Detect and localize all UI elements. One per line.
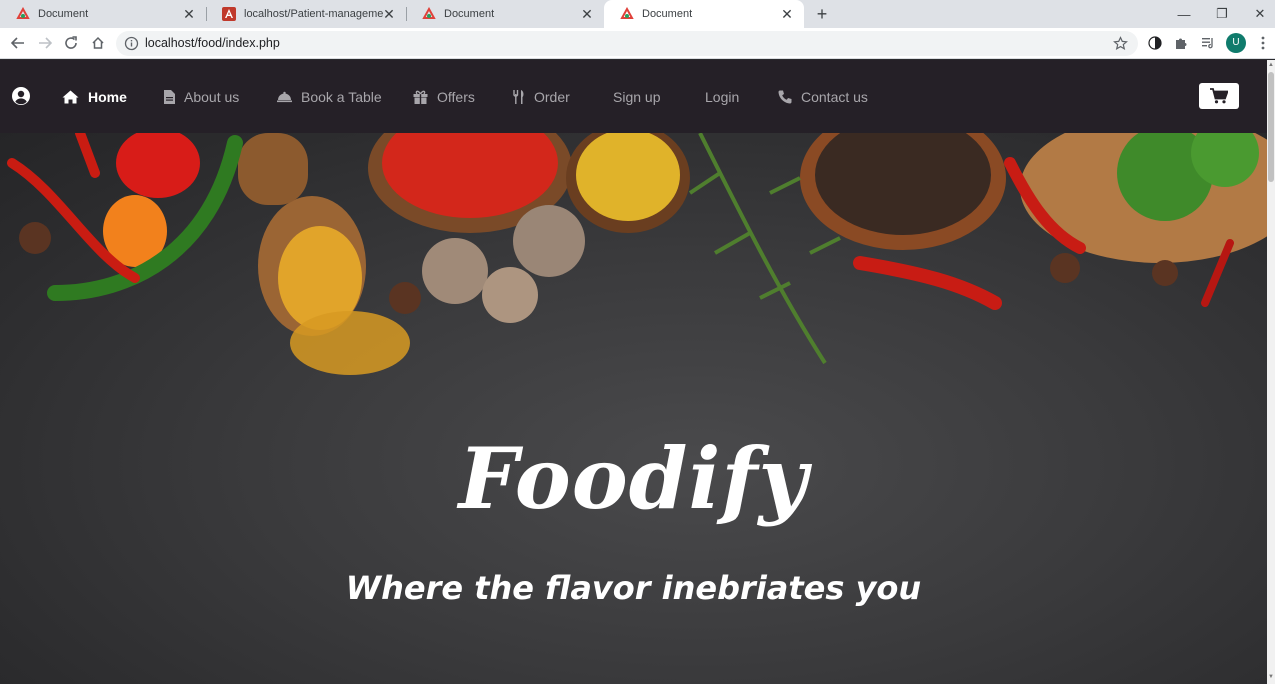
phone-icon bbox=[778, 90, 792, 104]
new-tab-button[interactable]: + bbox=[812, 4, 832, 24]
brand-logo-text: Foodify bbox=[458, 429, 809, 528]
browser-tab-4-active[interactable]: Document ✕ bbox=[604, 0, 804, 28]
browser-menu-button[interactable] bbox=[1254, 34, 1272, 52]
kebab-menu-icon bbox=[1261, 36, 1265, 50]
nav-about-us[interactable]: About us bbox=[164, 88, 239, 106]
nav-about-us-label: About us bbox=[184, 89, 240, 105]
app-icon bbox=[422, 7, 436, 19]
utensils-icon bbox=[513, 90, 524, 104]
browser-tab-3[interactable]: Document ✕ bbox=[406, 0, 604, 28]
red-habanero bbox=[116, 133, 200, 198]
playlist-icon bbox=[1202, 38, 1213, 49]
maximize-button[interactable]: ❐ bbox=[1204, 0, 1240, 28]
cloche-icon bbox=[277, 91, 292, 103]
tab-title: Document bbox=[38, 8, 89, 20]
close-icon[interactable]: ✕ bbox=[780, 7, 794, 21]
scroll-up-arrow-icon[interactable]: ▲ bbox=[1268, 62, 1274, 70]
home-outline-icon bbox=[92, 36, 104, 49]
close-icon[interactable]: ✕ bbox=[182, 7, 196, 21]
gift-icon bbox=[413, 90, 428, 104]
nav-home-label: Home bbox=[88, 89, 127, 105]
star-anise-4 bbox=[1152, 260, 1178, 286]
user-circle-icon[interactable] bbox=[12, 87, 30, 105]
info-icon[interactable] bbox=[124, 36, 139, 51]
nutmeg-3 bbox=[482, 267, 538, 323]
file-icon bbox=[164, 90, 175, 104]
nav-login[interactable]: Login bbox=[705, 88, 739, 106]
app-icon bbox=[16, 7, 30, 19]
nav-offers[interactable]: Offers bbox=[413, 88, 475, 106]
arrow-left-icon bbox=[11, 37, 24, 49]
site-navbar: Home About us Book a Table Offers Order … bbox=[0, 60, 1267, 133]
turmeric-spill bbox=[290, 311, 410, 375]
nav-sign-up-label: Sign up bbox=[613, 89, 661, 105]
turmeric-powder bbox=[576, 133, 680, 221]
home-button[interactable] bbox=[88, 33, 108, 53]
hero-tagline: Where the flavor inebriates you bbox=[345, 569, 922, 607]
url-text[interactable]: localhost/food/index.php bbox=[145, 36, 280, 50]
nav-book-a-table-label: Book a Table bbox=[301, 89, 382, 105]
nutmeg-1 bbox=[422, 238, 488, 304]
tab-title: Document bbox=[642, 8, 693, 20]
star-anise-3 bbox=[1050, 253, 1080, 283]
hero-section: Foodify Where the flavor inebriates you bbox=[0, 133, 1267, 684]
dark-mode-extension-button[interactable] bbox=[1146, 34, 1164, 52]
arrow-right-icon bbox=[39, 37, 52, 49]
minimize-button[interactable]: — bbox=[1166, 0, 1202, 28]
address-bar[interactable]: localhost/food/index.php bbox=[116, 31, 1138, 56]
forward-button[interactable] bbox=[35, 33, 55, 53]
app-icon bbox=[620, 7, 634, 19]
profile-avatar[interactable]: U bbox=[1226, 33, 1246, 53]
pestle bbox=[238, 133, 308, 205]
half-moon-icon bbox=[1148, 36, 1162, 50]
puzzle-icon bbox=[1176, 38, 1187, 49]
window-close-button[interactable]: ✕ bbox=[1242, 0, 1275, 28]
nav-order-label: Order bbox=[534, 89, 570, 105]
nav-offers-label: Offers bbox=[437, 89, 475, 105]
media-control-button[interactable] bbox=[1199, 34, 1217, 52]
back-button[interactable] bbox=[8, 33, 28, 53]
nav-sign-up[interactable]: Sign up bbox=[613, 88, 660, 106]
extensions-button[interactable] bbox=[1172, 34, 1190, 52]
angular-icon bbox=[222, 7, 236, 21]
red-chili-right bbox=[853, 256, 1002, 310]
reload-icon bbox=[65, 36, 77, 49]
red-chili-top bbox=[75, 133, 100, 178]
page-viewport: Home About us Book a Table Offers Order … bbox=[0, 60, 1275, 684]
reload-button[interactable] bbox=[61, 33, 81, 53]
star-anise-2 bbox=[389, 282, 421, 314]
page-scrollbar[interactable]: ▲ ▼ bbox=[1267, 60, 1275, 684]
nav-contact-us[interactable]: Contact us bbox=[778, 88, 868, 106]
browser-tab-1[interactable]: Document ✕ bbox=[0, 0, 206, 28]
cart-button[interactable] bbox=[1199, 83, 1239, 109]
close-icon[interactable]: ✕ bbox=[580, 7, 594, 21]
scrollbar-thumb[interactable] bbox=[1268, 72, 1274, 182]
nav-book-a-table[interactable]: Book a Table bbox=[277, 88, 382, 106]
tab-title: Document bbox=[444, 8, 495, 20]
close-icon[interactable]: ✕ bbox=[382, 7, 396, 21]
scroll-down-arrow-icon[interactable]: ▼ bbox=[1268, 674, 1274, 682]
nutmeg-2 bbox=[513, 205, 585, 277]
nav-order[interactable]: Order bbox=[513, 88, 570, 106]
browser-tab-2[interactable]: localhost/Patient-management-a ✕ bbox=[206, 0, 406, 28]
browser-toolbar: localhost/food/index.php U bbox=[0, 28, 1275, 59]
browser-tab-strip: Document ✕ localhost/Patient-management-… bbox=[0, 0, 1275, 28]
nav-contact-us-label: Contact us bbox=[801, 89, 868, 105]
home-icon bbox=[62, 90, 79, 104]
star-anise-1 bbox=[19, 222, 51, 254]
tab-title: localhost/Patient-management-a bbox=[244, 8, 384, 20]
nav-login-label: Login bbox=[705, 89, 740, 105]
cart-icon bbox=[1210, 88, 1228, 104]
nav-home[interactable]: Home bbox=[62, 88, 127, 106]
bookmark-star-icon[interactable] bbox=[1113, 36, 1128, 51]
